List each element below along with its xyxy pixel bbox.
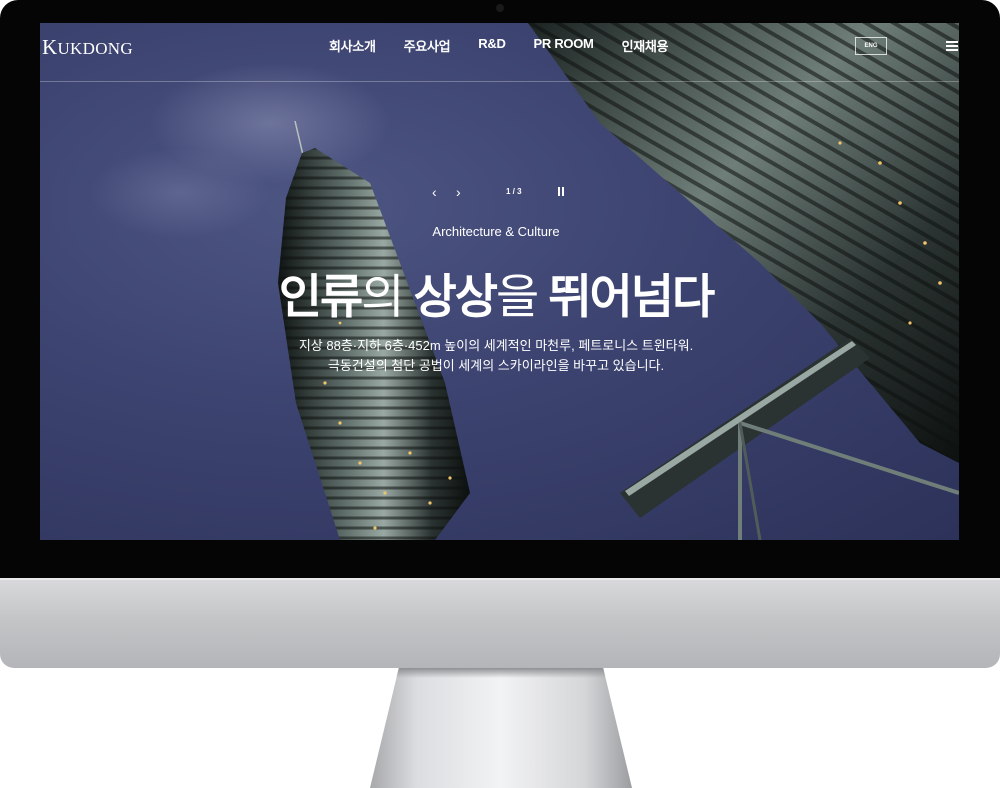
headline-part: 뛰어넘다 <box>548 270 715 323</box>
headline-part: 상상 <box>413 270 498 323</box>
hero-headline: 인류의 상상을 뛰어넘다 <box>40 258 952 327</box>
monitor-chin <box>0 578 1000 668</box>
headline-part: 을 <box>496 270 549 323</box>
kukdong-logo[interactable]: KUKDONG <box>42 35 133 60</box>
site-header: KUKDONG 회사소개 주요사업 R&D PR ROOM 인재채용 ENG <box>40 23 959 82</box>
language-button[interactable]: ENG <box>855 37 887 55</box>
pause-icon[interactable] <box>558 187 566 196</box>
stand-shadow <box>396 668 606 678</box>
nav-item-business[interactable]: 주요사업 <box>404 36 451 55</box>
hero-description-line: 지상 88층·지하 6층·452m 높이의 세계적인 마천루, 페트로니스 트윈… <box>298 338 694 353</box>
hero-tagline: Architecture & Culture <box>432 224 560 239</box>
hamburger-menu-icon[interactable] <box>946 41 958 51</box>
headline-part: 인류 <box>278 270 363 323</box>
nav-item-rnd[interactable]: R&D <box>478 36 506 55</box>
nav-item-company[interactable]: 회사소개 <box>329 36 376 55</box>
slide-counter: 1 / 3 <box>506 187 522 196</box>
hero-description-line: 극동건설의 첨단 공법이 세계의 스카이라인을 바꾸고 있습니다. <box>327 358 665 373</box>
nav-item-careers[interactable]: 인재채용 <box>622 36 669 55</box>
chin-highlight <box>0 578 1000 580</box>
hero-description: 지상 88층·지하 6층·452m 높이의 세계적인 마천루, 페트로니스 트윈… <box>40 336 952 376</box>
main-nav: 회사소개 주요사업 R&D PR ROOM 인재채용 <box>329 36 696 55</box>
headline-part: 의 <box>361 270 414 323</box>
chevron-left-icon[interactable]: ‹ <box>432 185 437 199</box>
nav-item-pr-room[interactable]: PR ROOM <box>534 36 594 55</box>
website-screen: KUKDONG 회사소개 주요사업 R&D PR ROOM 인재채용 ENG ‹… <box>40 23 959 540</box>
monitor-stand <box>370 668 632 788</box>
camera-icon <box>496 4 504 12</box>
chevron-right-icon[interactable]: › <box>456 185 461 199</box>
